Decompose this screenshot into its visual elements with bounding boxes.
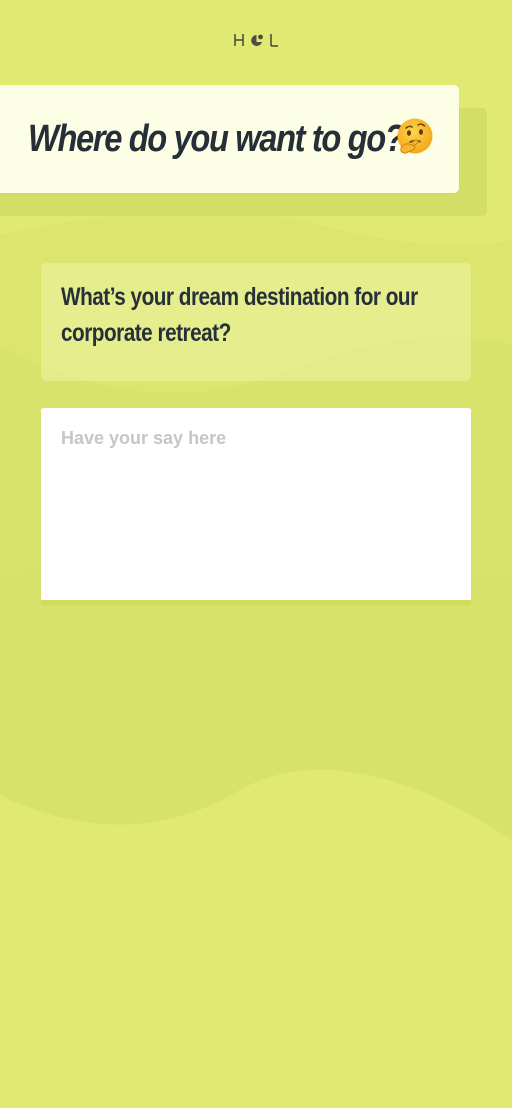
answer-box xyxy=(41,408,471,600)
thinking-face-icon xyxy=(397,118,433,154)
brand-logo[interactable] xyxy=(0,31,512,49)
answer-input[interactable] xyxy=(41,408,471,600)
page-title: Where do you want to go? xyxy=(28,117,405,160)
question-text: What’s your dream destination for our co… xyxy=(61,283,418,347)
title-card: Where do you want to go? xyxy=(0,85,459,193)
answer-underline xyxy=(41,600,471,605)
question-card: What’s your dream destination for our co… xyxy=(41,263,471,381)
hol-logo-icon xyxy=(234,34,278,47)
